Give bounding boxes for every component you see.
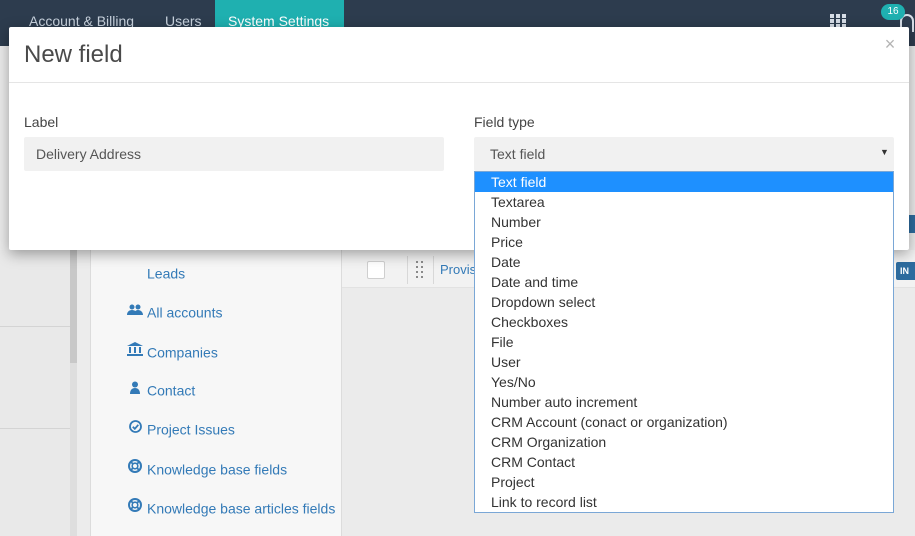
close-icon[interactable]: × bbox=[882, 35, 898, 53]
row-checkbox[interactable] bbox=[367, 261, 385, 279]
field-type-option[interactable]: CRM Organization bbox=[475, 432, 893, 452]
sidebar-item-leads[interactable]: Leads bbox=[147, 264, 185, 284]
divider bbox=[0, 428, 70, 429]
field-type-option[interactable]: CRM Account (conact or organization) bbox=[475, 412, 893, 432]
sidebar-item-knowledge-base-fields[interactable]: Knowledge base fields bbox=[126, 459, 287, 479]
label-input[interactable] bbox=[24, 137, 444, 171]
field-type-option[interactable]: Project bbox=[475, 472, 893, 492]
notification-count-badge[interactable]: 16 bbox=[881, 4, 905, 20]
sidebar-item-companies[interactable]: Companies bbox=[126, 342, 218, 362]
sidebar-item-label: Knowledge base articles fields bbox=[147, 500, 336, 517]
field-type-dropdown-list: Text field Textarea Number Price Date Da… bbox=[474, 171, 894, 513]
sidebar-item-label: Leads bbox=[147, 265, 186, 282]
sidebar-item-label: Companies bbox=[147, 344, 218, 361]
column-divider bbox=[433, 256, 434, 284]
users-icon bbox=[126, 304, 144, 319]
label-field-label: Label bbox=[24, 114, 59, 130]
apps-grid-icon[interactable] bbox=[830, 14, 848, 28]
life-ring-icon bbox=[126, 459, 144, 476]
field-type-option[interactable]: Textarea bbox=[475, 192, 893, 212]
field-type-option[interactable]: Date bbox=[475, 252, 893, 272]
field-type-option[interactable]: Text field bbox=[475, 172, 893, 192]
field-type-select[interactable]: Text field ▼ bbox=[474, 137, 894, 171]
modal-title: New field bbox=[24, 41, 123, 68]
field-type-option[interactable]: User bbox=[475, 352, 893, 372]
divider bbox=[0, 326, 70, 327]
column-divider bbox=[407, 256, 408, 284]
field-type-option[interactable]: Price bbox=[475, 232, 893, 252]
sidebar-item-knowledge-base-articles-fields[interactable]: Knowledge base articles fields bbox=[126, 498, 335, 518]
sidebar-item-all-accounts[interactable]: All accounts bbox=[126, 303, 222, 323]
field-type-label: Field type bbox=[474, 114, 535, 130]
sidebar-item-label: Contact bbox=[147, 382, 196, 399]
sidebar-item-label: All accounts bbox=[147, 304, 223, 321]
status-badge: IN bbox=[896, 262, 915, 280]
caret-down-icon: ▼ bbox=[880, 147, 889, 157]
left-scrollbar-track[interactable] bbox=[70, 363, 77, 536]
field-type-option[interactable]: Number auto increment bbox=[475, 392, 893, 412]
field-type-option[interactable]: Date and time bbox=[475, 272, 893, 292]
bank-icon bbox=[126, 342, 144, 359]
field-type-option[interactable]: Number bbox=[475, 212, 893, 232]
field-type-option[interactable]: Dropdown select bbox=[475, 292, 893, 312]
field-type-option[interactable]: Yes/No bbox=[475, 372, 893, 392]
field-type-option[interactable]: Checkboxes bbox=[475, 312, 893, 332]
left-scrollbar-thumb[interactable] bbox=[70, 250, 77, 363]
drag-handle-icon[interactable] bbox=[416, 261, 424, 279]
field-type-selected-value: Text field bbox=[490, 146, 546, 162]
row-link[interactable]: Provis bbox=[440, 262, 476, 277]
sidebar-item-label: Knowledge base fields bbox=[147, 461, 288, 478]
modal-header: New field × bbox=[9, 27, 909, 83]
field-type-option[interactable]: CRM Contact bbox=[475, 452, 893, 472]
user-icon bbox=[126, 381, 144, 397]
field-type-option[interactable]: File bbox=[475, 332, 893, 352]
life-ring-icon bbox=[126, 498, 144, 515]
field-type-option[interactable]: Link to record list bbox=[475, 492, 893, 512]
sidebar-item-contact[interactable]: Contact bbox=[126, 381, 195, 401]
sidebar-item-project-issues[interactable]: Project Issues bbox=[126, 420, 235, 440]
left-panel bbox=[0, 250, 70, 536]
check-circle-icon bbox=[126, 420, 144, 436]
sidebar-item-label: Project Issues bbox=[147, 421, 235, 438]
